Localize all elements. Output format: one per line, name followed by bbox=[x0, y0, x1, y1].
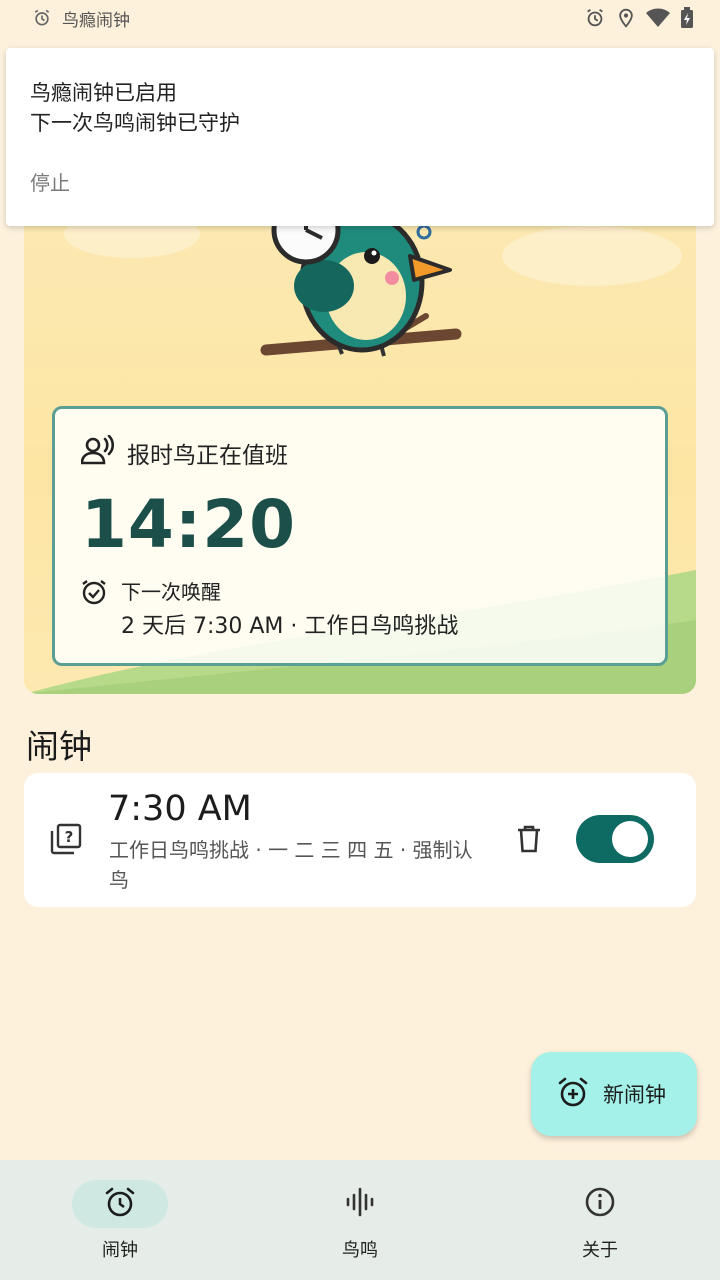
alarms-section-title: 闹钟 bbox=[26, 727, 92, 766]
location-icon bbox=[616, 7, 636, 29]
next-wake-detail: 2 天后 7:30 AM · 工作日鸟鸣挑战 bbox=[121, 614, 459, 639]
alarm-time: 7:30 AM bbox=[108, 789, 252, 829]
alarm-item[interactable]: ? 7:30 AM 工作日鸟鸣挑战 · 一 二 三 四 五 · 强制认鸟 bbox=[24, 773, 696, 907]
bottom-navigation: 闹钟 鸟鸣 关于 bbox=[0, 1160, 720, 1280]
next-wake-label: 下一次唤醒 bbox=[121, 580, 221, 604]
alarm-icon bbox=[584, 7, 606, 29]
duty-status-card: 报时鸟正在值班 14:20 下一次唤醒 2 天后 7:30 AM · 工作日鸟鸣… bbox=[52, 406, 668, 666]
nav-label-birdsong: 鸟鸣 bbox=[342, 1240, 378, 1261]
nav-label-alarms: 闹钟 bbox=[102, 1240, 138, 1261]
nav-label-about: 关于 bbox=[582, 1240, 618, 1261]
wifi-icon bbox=[646, 8, 670, 28]
current-time: 14:20 bbox=[81, 486, 297, 563]
nav-item-birdsong[interactable]: 鸟鸣 bbox=[240, 1160, 480, 1280]
status-bar: 鸟瘾闹钟 bbox=[0, 0, 720, 36]
duty-header: 报时鸟正在值班 bbox=[127, 443, 288, 469]
status-app-name: 鸟瘾闹钟 bbox=[62, 10, 130, 31]
alarm-clock-icon bbox=[104, 1186, 136, 1223]
svg-text:?: ? bbox=[65, 828, 74, 846]
battery-icon bbox=[680, 7, 694, 29]
info-icon bbox=[584, 1186, 616, 1223]
stop-button[interactable]: 停止 bbox=[30, 167, 690, 196]
notification-text: 下一次鸟鸣闹钟已守护 bbox=[30, 111, 240, 135]
alarm-icon bbox=[32, 8, 52, 28]
speaking-person-icon bbox=[80, 434, 115, 471]
alarm-description: 工作日鸟鸣挑战 · 一 二 三 四 五 · 强制认鸟 bbox=[109, 838, 473, 892]
quiz-icon: ? bbox=[50, 823, 82, 859]
new-alarm-button[interactable]: 新闹钟 bbox=[531, 1052, 697, 1136]
new-alarm-label: 新闹钟 bbox=[603, 1083, 666, 1107]
toggle-knob bbox=[612, 821, 648, 857]
nav-item-alarms[interactable]: 闹钟 bbox=[0, 1160, 240, 1280]
notification-popup[interactable]: 鸟瘾闹钟已启用 下一次鸟鸣闹钟已守护 停止 bbox=[6, 48, 714, 226]
notification-title: 鸟瘾闹钟已启用 bbox=[30, 81, 177, 105]
add-alarm-icon bbox=[557, 1076, 589, 1113]
nav-item-about[interactable]: 关于 bbox=[480, 1160, 720, 1280]
alarm-toggle[interactable] bbox=[576, 815, 654, 863]
waveform-icon bbox=[345, 1187, 375, 1222]
alarm-check-icon bbox=[81, 579, 107, 609]
delete-icon[interactable] bbox=[516, 824, 542, 858]
